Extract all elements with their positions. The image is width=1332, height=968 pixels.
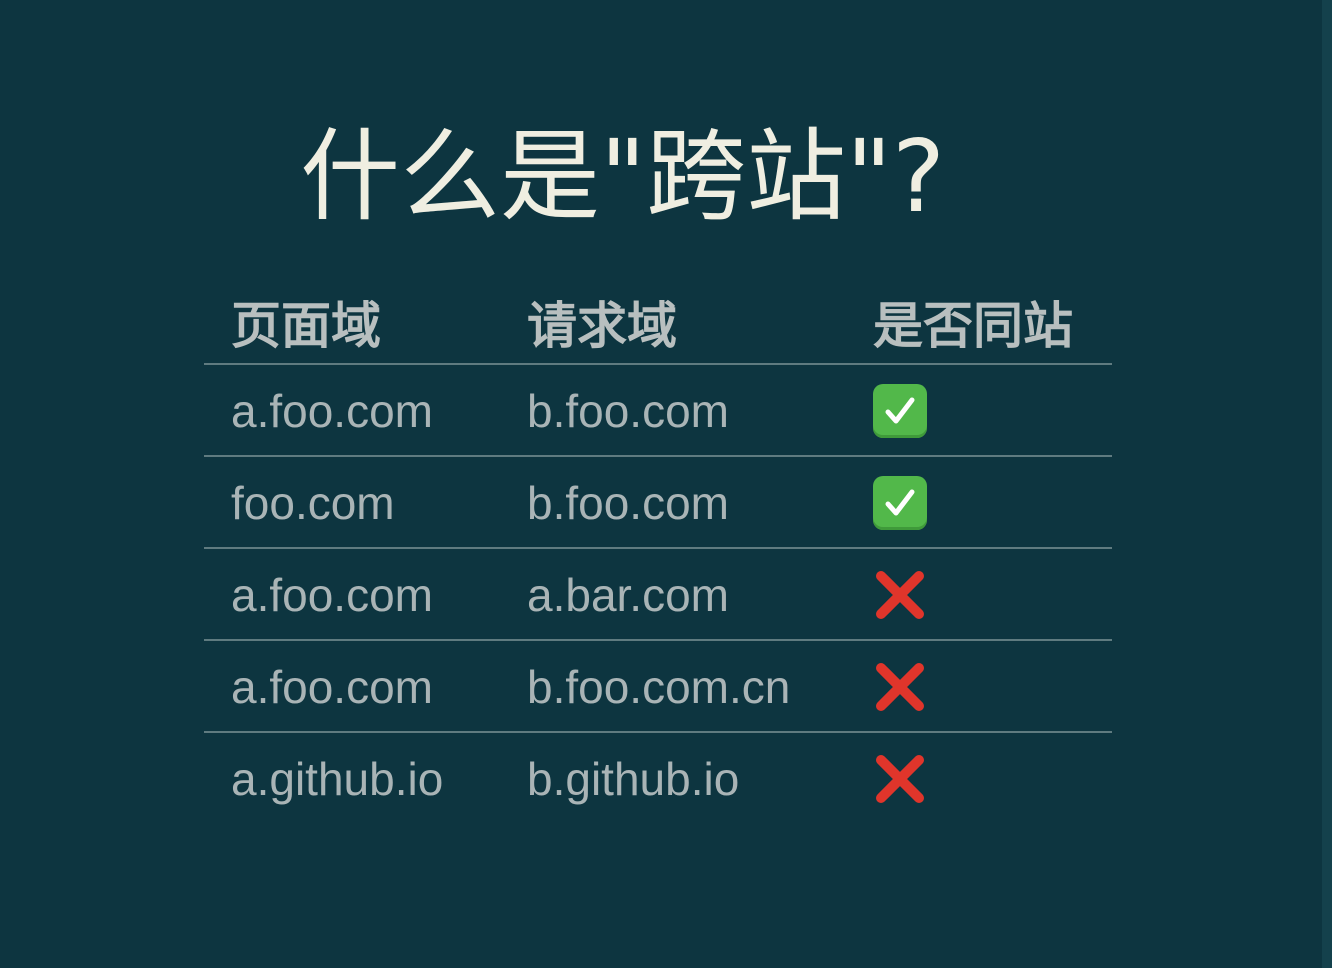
table-row: a.foo.com b.foo.com [204,365,1112,457]
page-domain-cell: a.foo.com [231,569,433,621]
same-site-table: 页面域 请求域 是否同站 a.foo.com b.foo.com foo.com… [204,278,1112,825]
same-site-cell [873,365,927,457]
request-domain-cell: b.github.io [527,753,740,805]
same-site-cell [873,641,927,733]
same-site-cell [873,733,927,825]
slide-title: 什么是"跨站"? [300,118,946,235]
table-row: a.foo.com a.bar.com [204,549,1112,641]
header-request-domain: 请求域 [527,296,677,355]
page-domain-cell: a.foo.com [231,385,433,437]
slide-edge [1322,0,1332,968]
check-icon [873,476,927,530]
header-page-domain: 页面域 [231,296,381,355]
page-domain-cell: a.foo.com [231,661,433,713]
page-domain-cell: foo.com [231,477,395,529]
table-row: a.foo.com b.foo.com.cn [204,641,1112,733]
cross-icon [873,568,927,622]
table-row: foo.com b.foo.com [204,457,1112,549]
request-domain-cell: b.foo.com.cn [527,661,791,713]
request-domain-cell: b.foo.com [527,385,729,437]
cross-icon [873,660,927,714]
slide: 什么是"跨站"? 页面域 请求域 是否同站 a.foo.com b.foo.co… [0,0,1332,968]
cross-icon [873,752,927,806]
table-row: a.github.io b.github.io [204,733,1112,825]
same-site-cell [873,549,927,641]
check-icon [873,384,927,438]
request-domain-cell: b.foo.com [527,477,729,529]
same-site-cell [873,457,927,549]
table-header-row: 页面域 请求域 是否同站 [204,278,1112,365]
request-domain-cell: a.bar.com [527,569,729,621]
page-domain-cell: a.github.io [231,753,444,805]
header-same-site: 是否同站 [873,296,1073,355]
